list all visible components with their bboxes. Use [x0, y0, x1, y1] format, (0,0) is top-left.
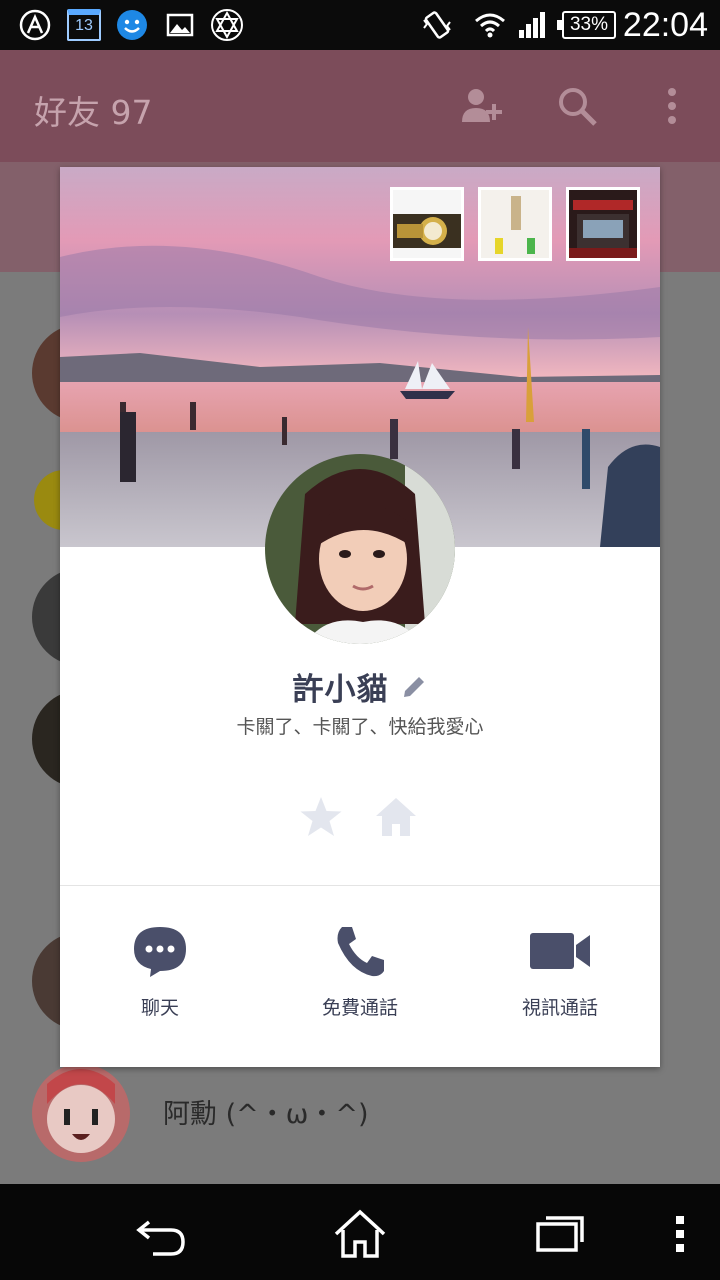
- edit-icon[interactable]: [400, 673, 428, 701]
- status-message: 卡關了、卡關了、快給我愛心: [236, 716, 484, 738]
- line-notification-icon: [19, 9, 51, 41]
- home-icon[interactable]: [332, 1206, 388, 1262]
- favorite-star-icon[interactable]: [298, 794, 344, 840]
- photo-thumbnail[interactable]: [390, 187, 464, 261]
- storefront-photo: [569, 190, 637, 258]
- status-time: 22:04: [622, 6, 708, 44]
- video-camera-icon: [530, 933, 590, 969]
- chat-label: 聊天: [140, 997, 179, 1019]
- fashion-photo: [481, 190, 549, 258]
- video-call-button[interactable]: 視訊通話: [470, 923, 650, 1033]
- app-header: 好友 97: [0, 50, 720, 162]
- screen: 13 33% 22:04 好友 97 阿勳 (^・ω・^) 許小貓 卡關了、卡關…: [0, 0, 720, 1280]
- home-icon[interactable]: [373, 794, 419, 840]
- gallery-icon: [166, 13, 194, 37]
- profile-avatar[interactable]: [265, 454, 455, 644]
- star-of-david-icon: [211, 9, 243, 41]
- friend-name[interactable]: 阿勳 (^・ω・^): [163, 1092, 369, 1131]
- photo-thumbnail[interactable]: [566, 187, 640, 261]
- chat-bubble-icon: [134, 927, 186, 977]
- overflow-menu-icon[interactable]: [652, 1206, 708, 1262]
- profile-card: 許小貓 卡關了、卡關了、快給我愛心 聊天 免費通話 視訊通話: [60, 167, 660, 1067]
- profile-name: 許小貓: [292, 672, 389, 708]
- vibrate-icon: [423, 11, 451, 39]
- back-icon[interactable]: [133, 1206, 189, 1262]
- name-row: 許小貓: [60, 664, 660, 708]
- wifi-icon: [475, 13, 505, 38]
- calendar-icon: 13: [67, 9, 101, 41]
- add-friend-icon[interactable]: [459, 84, 503, 128]
- search-icon[interactable]: [555, 84, 599, 128]
- recent-apps-icon[interactable]: [532, 1206, 588, 1262]
- battery-icon: 33%: [557, 11, 616, 39]
- free-call-button[interactable]: 免費通話: [270, 923, 450, 1033]
- video-call-label: 視訊通話: [521, 997, 598, 1019]
- friends-title: 好友 97: [34, 93, 153, 132]
- watch-photo: [393, 190, 461, 258]
- anime-avatar-icon: [47, 1069, 115, 1153]
- free-call-label: 免費通話: [321, 997, 398, 1019]
- signal-icon: [519, 12, 545, 38]
- messenger-icon: [117, 10, 147, 40]
- more-options-icon[interactable]: [650, 84, 694, 128]
- phone-icon: [337, 927, 384, 977]
- profile-portrait: [265, 454, 455, 644]
- photo-thumbnail[interactable]: [478, 187, 552, 261]
- chat-button[interactable]: 聊天: [70, 923, 250, 1033]
- status-bar: 13 33% 22:04: [0, 0, 720, 50]
- nav-bar: [0, 1184, 720, 1280]
- friend-avatar[interactable]: [32, 1064, 130, 1162]
- divider: [60, 885, 660, 886]
